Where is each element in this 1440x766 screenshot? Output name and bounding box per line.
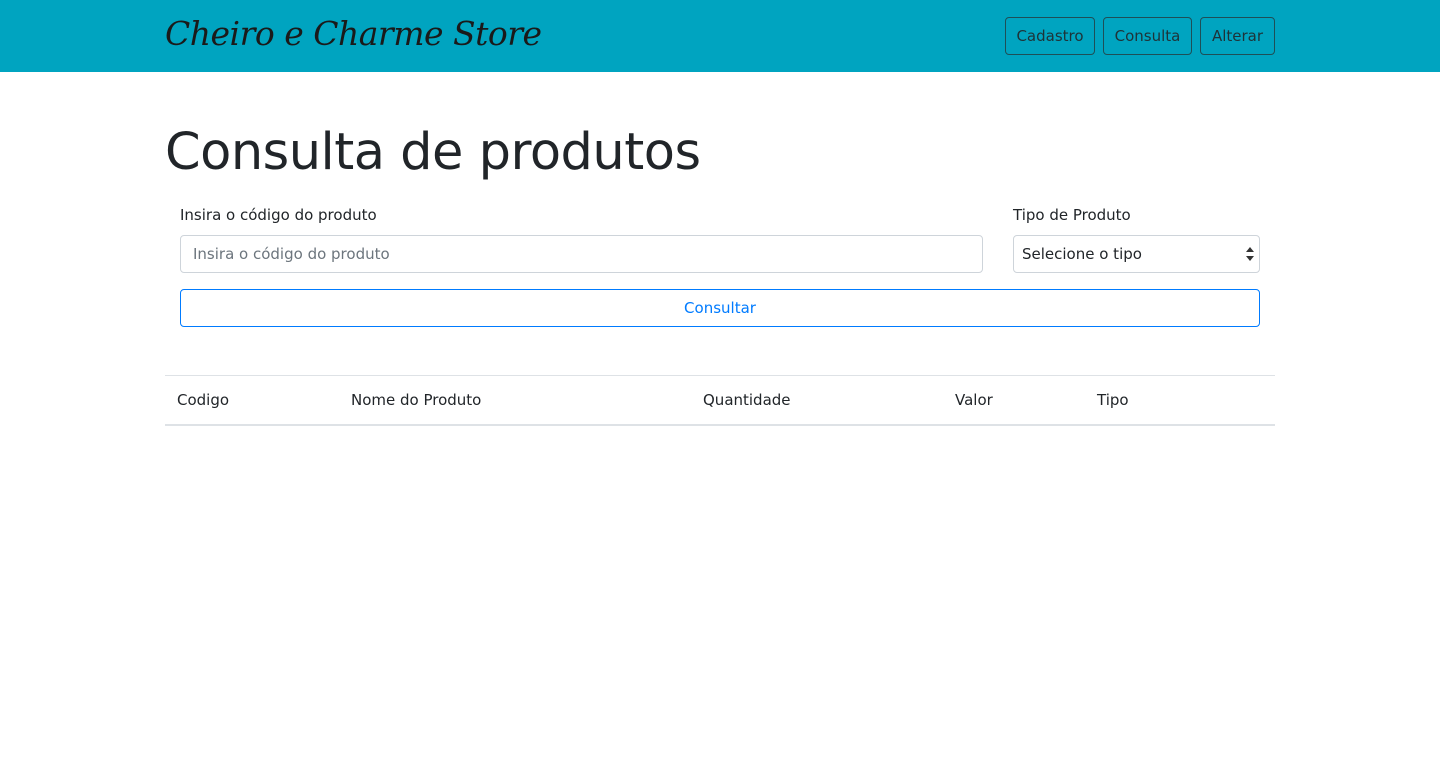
top-navbar: Cheiro e Charme Store Cadastro Consulta … [0, 0, 1440, 72]
column-header-quantidade: Quantidade [703, 391, 791, 409]
codigo-label: Insira o código do produto [180, 206, 377, 224]
column-header-codigo: Codigo [177, 391, 230, 409]
column-header-nome: Nome do Produto [351, 391, 482, 409]
tipo-select[interactable]: Selecione o tipo [1013, 235, 1260, 273]
nav-alterar-button[interactable]: Alterar [1200, 17, 1275, 55]
consultar-button[interactable]: Consultar [180, 289, 1260, 327]
brand-logo[interactable]: Cheiro e Charme Store [165, 8, 542, 60]
page-title: Consulta de produtos [165, 123, 701, 182]
tipo-select-value: Selecione o tipo [1022, 245, 1142, 263]
column-header-tipo: Tipo [1097, 391, 1129, 409]
tipo-label: Tipo de Produto [1013, 206, 1131, 224]
nav-consulta-button[interactable]: Consulta [1103, 17, 1192, 55]
select-arrows-icon [1246, 247, 1254, 261]
nav-cadastro-button[interactable]: Cadastro [1005, 17, 1095, 55]
codigo-input[interactable] [180, 235, 983, 273]
products-table: Codigo Nome do Produto Quantidade Valor … [165, 375, 1275, 426]
column-header-valor: Valor [955, 391, 993, 409]
